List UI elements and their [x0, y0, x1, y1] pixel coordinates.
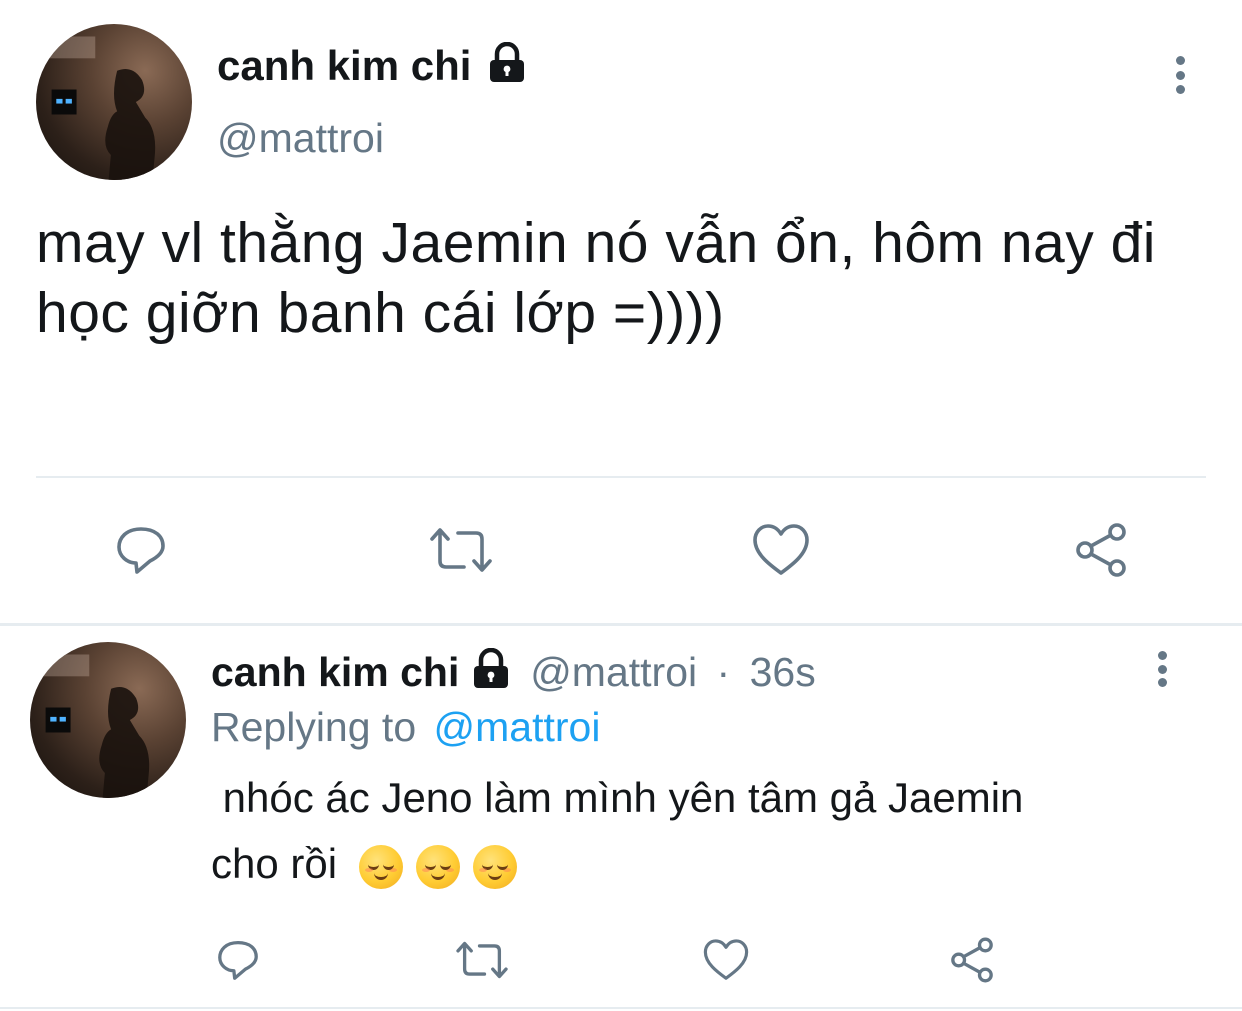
reply-share-button[interactable] — [944, 932, 1000, 988]
lock-icon — [490, 41, 525, 82]
share-icon — [951, 937, 993, 983]
main-more-options-icon[interactable] — [1174, 56, 1186, 94]
reply-tweet-text-line2: cho rồi — [211, 838, 530, 890]
avatar-image — [48, 36, 156, 180]
reply-icon — [218, 940, 258, 980]
reply-separator: · — [716, 649, 731, 695]
reply-icon — [117, 527, 165, 574]
bottom-divider — [0, 1007, 1242, 1009]
relieved-face-emoji — [472, 844, 517, 889]
retweet-icon — [456, 941, 508, 979]
main-divider — [36, 476, 1206, 478]
reply-more-options-icon[interactable] — [1156, 651, 1168, 687]
share-icon — [1076, 523, 1126, 577]
reply-display-name[interactable]: canh kim chi — [211, 649, 459, 695]
avatar-image — [42, 654, 150, 798]
relieved-face-emoji — [358, 844, 403, 889]
lock-icon — [473, 648, 508, 689]
retweet-button[interactable] — [424, 515, 498, 585]
heart-icon — [703, 939, 749, 980]
main-display-name[interactable]: canh kim chi — [217, 40, 527, 92]
reply-handle[interactable]: @mattroi — [530, 649, 697, 695]
replying-to-link[interactable]: @mattroi — [434, 704, 601, 750]
main-tweet-text: may vl thằng Jaemin nó vẫn ổn, hôm nay đ… — [36, 211, 1156, 345]
replying-to-label: Replying to — [211, 704, 417, 750]
main-avatar[interactable] — [36, 24, 192, 180]
section-divider — [0, 623, 1242, 626]
share-button[interactable] — [1066, 515, 1136, 585]
reply-retweet-button[interactable] — [452, 932, 512, 988]
reply-header: canh kim chi @mattroi · 36s — [211, 646, 816, 698]
main-handle[interactable]: @mattroi — [217, 113, 384, 163]
reply-like-button[interactable] — [698, 932, 754, 988]
reply-reply-button[interactable] — [210, 932, 266, 988]
reply-timestamp[interactable]: 36s — [750, 649, 816, 695]
display-name-text: canh kim chi — [217, 42, 472, 89]
reply-avatar[interactable] — [30, 642, 186, 798]
like-button[interactable] — [746, 515, 816, 585]
reply-button[interactable] — [106, 515, 176, 585]
reply-tweet-text-line1: nhóc ác Jeno làm mình yên tâm gả Jaemin — [211, 774, 1024, 821]
reply-text-cont: cho rồi — [211, 840, 338, 887]
relieved-face-emoji — [415, 844, 460, 889]
replying-to-line: Replying to @mattroi — [211, 702, 600, 752]
heart-icon — [753, 524, 809, 575]
retweet-icon — [430, 528, 492, 572]
